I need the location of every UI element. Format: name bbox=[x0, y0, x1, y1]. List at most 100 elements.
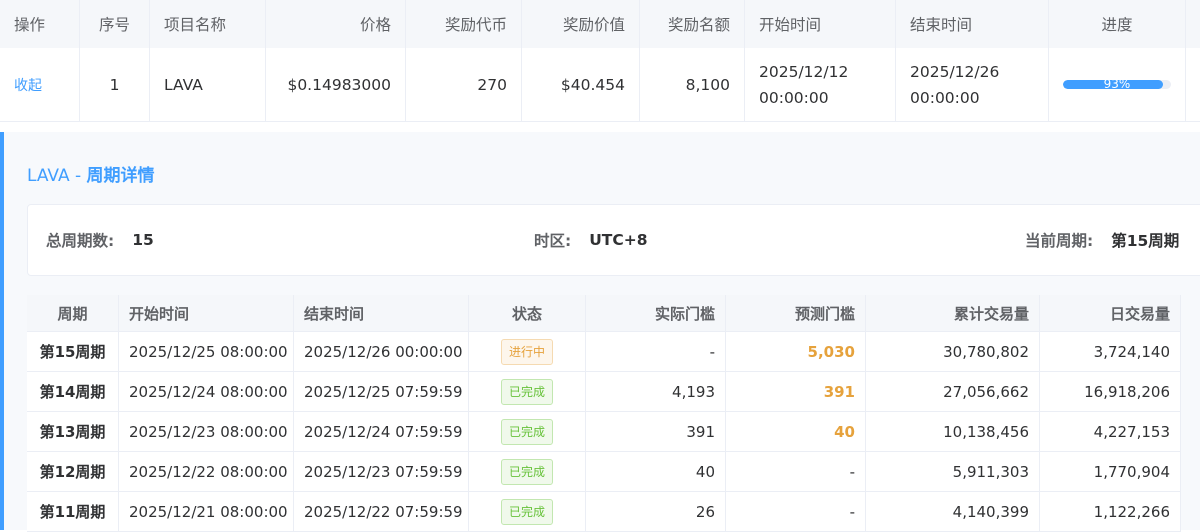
reward-slots-cell: 8,100 bbox=[640, 48, 745, 121]
period-status-cell: 已完成 bbox=[469, 452, 586, 491]
summary-total-value: 15 bbox=[132, 231, 154, 249]
period-actual-threshold: 40 bbox=[586, 452, 726, 491]
period-row: 第13周期 2025/12/23 08:00:00 2025/12/24 07:… bbox=[27, 412, 1181, 452]
period-detail-panel: LAVA - 周期详情 总周期数: 15 时区: UTC+8 当前周期: 第15… bbox=[0, 132, 1200, 532]
header-reward-value: 奖励价值 bbox=[522, 0, 640, 48]
status-badge: 进行中 bbox=[500, 338, 553, 365]
panel-title-separator: - bbox=[69, 166, 87, 186]
period-start: 2025/12/25 08:00:00 bbox=[119, 332, 294, 371]
period-daily-volume: 16,918,206 bbox=[1040, 372, 1181, 411]
projects-table-row: 收起 1 LAVA $0.14983000 270 $40.454 8,100 … bbox=[0, 48, 1200, 122]
period-label: 第15周期 bbox=[27, 332, 119, 371]
period-start: 2025/12/24 08:00:00 bbox=[119, 372, 294, 411]
period-daily-volume: 1,770,904 bbox=[1040, 452, 1181, 491]
period-predicted-threshold: - bbox=[726, 492, 866, 531]
period-start: 2025/12/21 08:00:00 bbox=[119, 492, 294, 531]
panel-title: LAVA - 周期详情 bbox=[27, 161, 155, 186]
summary-timezone: 时区: UTC+8 bbox=[534, 205, 648, 275]
header-progress: 进度 bbox=[1049, 0, 1186, 48]
header-period: 周期 bbox=[27, 295, 119, 331]
project-name-cell: LAVA bbox=[150, 48, 266, 121]
period-predicted-threshold: 391 bbox=[726, 372, 866, 411]
period-predicted-threshold: 40 bbox=[726, 412, 866, 451]
period-actual-threshold: - bbox=[586, 332, 726, 371]
start-time-cell: 2025/12/12 00:00:00 bbox=[745, 48, 896, 121]
header-spacer bbox=[1186, 0, 1200, 48]
summary-timezone-label: 时区: bbox=[534, 232, 572, 250]
header-period-end: 结束时间 bbox=[294, 295, 469, 331]
collapse-link[interactable]: 收起 bbox=[14, 75, 42, 95]
period-label: 第12周期 bbox=[27, 452, 119, 491]
period-predicted-threshold: - bbox=[726, 452, 866, 491]
period-summary-card: 总周期数: 15 时区: UTC+8 当前周期: 第15周期 bbox=[27, 204, 1200, 276]
period-cumulative-volume: 27,056,662 bbox=[866, 372, 1040, 411]
reward-value-cell: $40.454 bbox=[522, 48, 640, 121]
summary-current-period: 当前周期: 第15周期 bbox=[1025, 205, 1179, 275]
header-actual-threshold: 实际门槛 bbox=[586, 295, 726, 331]
period-row: 第15周期 2025/12/25 08:00:00 2025/12/26 00:… bbox=[27, 332, 1181, 372]
header-period-start: 开始时间 bbox=[119, 295, 294, 331]
projects-table-header: 操作 序号 项目名称 价格 奖励代币 奖励价值 奖励名额 开始时间 结束时间 进… bbox=[0, 0, 1200, 49]
header-project: 项目名称 bbox=[150, 0, 266, 48]
period-cumulative-volume: 10,138,456 bbox=[866, 412, 1040, 451]
period-start: 2025/12/22 08:00:00 bbox=[119, 452, 294, 491]
period-end: 2025/12/26 00:00:00 bbox=[294, 332, 469, 371]
period-cumulative-volume: 30,780,802 bbox=[866, 332, 1040, 371]
period-status-cell: 已完成 bbox=[469, 492, 586, 531]
period-row: 第11周期 2025/12/21 08:00:00 2025/12/22 07:… bbox=[27, 492, 1181, 532]
period-cumulative-volume: 5,911,303 bbox=[866, 452, 1040, 491]
period-label: 第13周期 bbox=[27, 412, 119, 451]
index-cell: 1 bbox=[80, 48, 150, 121]
period-label: 第14周期 bbox=[27, 372, 119, 411]
header-daily-volume: 日交易量 bbox=[1040, 295, 1181, 331]
period-end: 2025/12/22 07:59:59 bbox=[294, 492, 469, 531]
period-cumulative-volume: 4,140,399 bbox=[866, 492, 1040, 531]
period-predicted-threshold: 5,030 bbox=[726, 332, 866, 371]
progress-percent: 93% bbox=[1103, 80, 1131, 89]
summary-total-periods: 总周期数: 15 bbox=[46, 205, 154, 275]
summary-current-value: 第15周期 bbox=[1111, 232, 1180, 250]
progress-cell: 93% bbox=[1049, 48, 1186, 121]
header-cumulative-volume: 累计交易量 bbox=[866, 295, 1040, 331]
period-actual-threshold: 4,193 bbox=[586, 372, 726, 411]
header-start-time: 开始时间 bbox=[745, 0, 896, 48]
period-row: 第12周期 2025/12/22 08:00:00 2025/12/23 07:… bbox=[27, 452, 1181, 492]
period-label: 第11周期 bbox=[27, 492, 119, 531]
period-status-cell: 进行中 bbox=[469, 332, 586, 371]
period-daily-volume: 4,227,153 bbox=[1040, 412, 1181, 451]
panel-title-project: LAVA bbox=[27, 166, 70, 186]
header-price: 价格 bbox=[266, 0, 406, 48]
periods-table: 周期 开始时间 结束时间 状态 实际门槛 预测门槛 累计交易量 日交易量 第15… bbox=[27, 295, 1181, 532]
status-badge: 已完成 bbox=[500, 498, 553, 525]
header-end-time: 结束时间 bbox=[896, 0, 1049, 48]
end-time-cell: 2025/12/26 00:00:00 bbox=[896, 48, 1049, 121]
panel-title-suffix: 周期详情 bbox=[86, 166, 155, 186]
start-date: 2025/12/12 bbox=[759, 62, 849, 81]
periods-table-header: 周期 开始时间 结束时间 状态 实际门槛 预测门槛 累计交易量 日交易量 bbox=[27, 295, 1181, 332]
status-badge: 已完成 bbox=[500, 418, 553, 445]
header-action: 操作 bbox=[0, 0, 80, 48]
period-end: 2025/12/25 07:59:59 bbox=[294, 372, 469, 411]
summary-total-label: 总周期数: bbox=[46, 232, 115, 250]
period-status-cell: 已完成 bbox=[469, 372, 586, 411]
header-index: 序号 bbox=[80, 0, 150, 48]
header-reward-token: 奖励代币 bbox=[406, 0, 522, 48]
price-cell: $0.14983000 bbox=[266, 48, 406, 121]
row-spacer bbox=[1186, 48, 1200, 121]
header-status: 状态 bbox=[469, 295, 586, 331]
summary-timezone-value: UTC+8 bbox=[589, 231, 648, 249]
period-row: 第14周期 2025/12/24 08:00:00 2025/12/25 07:… bbox=[27, 372, 1181, 412]
period-actual-threshold: 26 bbox=[586, 492, 726, 531]
reward-token-cell: 270 bbox=[406, 48, 522, 121]
summary-current-label: 当前周期: bbox=[1025, 232, 1094, 250]
status-badge: 已完成 bbox=[500, 378, 553, 405]
period-daily-volume: 3,724,140 bbox=[1040, 332, 1181, 371]
period-start: 2025/12/23 08:00:00 bbox=[119, 412, 294, 451]
progress-bar: 93% bbox=[1063, 80, 1171, 89]
period-status-cell: 已完成 bbox=[469, 412, 586, 451]
end-date: 2025/12/26 bbox=[910, 62, 1000, 81]
period-daily-volume: 1,122,266 bbox=[1040, 492, 1181, 531]
panel-accent-bar bbox=[0, 132, 4, 530]
period-end: 2025/12/23 07:59:59 bbox=[294, 452, 469, 491]
header-predicted-threshold: 预测门槛 bbox=[726, 295, 866, 331]
